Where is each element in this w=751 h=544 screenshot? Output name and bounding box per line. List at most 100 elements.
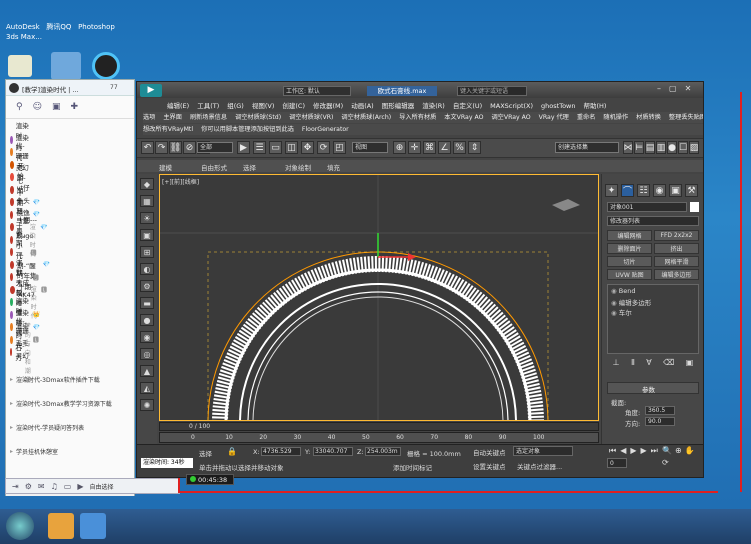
zoom-all-icon[interactable]: ⊕ (675, 446, 682, 455)
current-frame-field[interactable]: 0 (607, 458, 627, 468)
configure-icon[interactable]: ▣ (686, 358, 694, 372)
contacts-icon[interactable]: ☺ (33, 102, 42, 116)
curve-editor-icon[interactable]: ▥ (656, 141, 666, 154)
menu-item[interactable]: 视图(V) (252, 102, 275, 110)
group-item[interactable]: ▸ 渲染时代-3Dmax软件插件下载 (10, 373, 130, 385)
stack-item[interactable]: ◉ 车尔 (611, 307, 697, 317)
viewport[interactable]: [+][前][线框] (159, 174, 599, 421)
prev-frame-icon[interactable]: ◀ (620, 446, 626, 456)
script-button[interactable]: 本文VRay AO (444, 114, 483, 121)
time-slider[interactable] (159, 422, 599, 431)
goto-end-icon[interactable]: ⏭ (651, 446, 658, 456)
cone-icon[interactable]: ◭ (140, 382, 154, 394)
helpers-icon[interactable]: ⊞ (140, 246, 154, 258)
redo-icon[interactable]: ↷ (155, 141, 168, 154)
script-button[interactable]: 材质转换 (636, 114, 661, 121)
expand-icon[interactable]: ▸ (10, 448, 13, 455)
snap-icon[interactable]: ⌘ (423, 141, 436, 154)
stack-eye-icon[interactable]: ◉ (611, 309, 617, 317)
utilities-tab-icon[interactable]: ⚒ (685, 184, 698, 197)
named-selection-dropdown[interactable]: 创建选择集 (555, 142, 619, 153)
torus-icon[interactable]: ◎ (140, 348, 154, 360)
max-search-input[interactable]: 键入关键字或短语 (457, 86, 527, 96)
pan-icon[interactable]: ✋ (685, 446, 695, 455)
make-unique-icon[interactable]: ∀ (646, 358, 651, 372)
material-icon[interactable]: ● (667, 141, 677, 154)
script-button[interactable]: 刷新场景信息 (190, 114, 227, 121)
group-item[interactable]: ▸ 学员挂机休憩室 (10, 445, 130, 457)
move-icon[interactable]: ✥ (301, 141, 314, 154)
menu-item[interactable]: 渲染(R) (422, 102, 445, 110)
ribbon-tab[interactable]: 建模 (159, 162, 172, 172)
script-button[interactable]: 你可以用脚本管理添加按钮到此选 (201, 126, 294, 133)
object-color-swatch[interactable] (690, 202, 699, 212)
video-icon[interactable]: ▶ (77, 482, 83, 491)
script-button[interactable]: 选项 (143, 114, 155, 121)
teapot-icon[interactable]: ▲ (140, 365, 154, 377)
expand-icon[interactable]: ▸ (10, 400, 13, 407)
menu-item[interactable]: MAXScript(X) (490, 102, 533, 110)
qq-bottom-label[interactable]: 自由选择 (89, 482, 113, 491)
spinner-snap-icon[interactable]: ⇕ (468, 141, 481, 154)
link-icon[interactable]: ⛓ (169, 141, 182, 154)
scale-icon[interactable]: ◰ (333, 141, 346, 154)
set-key-button[interactable]: 设置关键点 (473, 461, 506, 471)
modifier-button[interactable]: 挤出 (654, 243, 699, 254)
auto-key-button[interactable]: 自动关键点 (473, 447, 506, 457)
desktop-icon-2[interactable] (51, 52, 81, 80)
group-item[interactable]: ▸ 渲染时代-学员疑问答列表 (10, 421, 130, 433)
exit-icon[interactable]: ⇥ (12, 482, 19, 491)
unlink-icon[interactable]: ⊘ (183, 141, 196, 154)
modifier-button[interactable]: 编辑多边形 (654, 269, 699, 280)
rect-select-icon[interactable]: ▭ (269, 141, 282, 154)
add-time-tag[interactable]: 添加时间标记 (393, 462, 432, 472)
layer-icon[interactable]: ▤ (645, 141, 655, 154)
show-end-icon[interactable]: Ⅱ (631, 358, 635, 372)
goto-start-icon[interactable]: ⏮ (609, 446, 616, 456)
script-button[interactable]: 调空材质球(Arch) (341, 114, 391, 121)
script-button[interactable]: 重命名 (577, 114, 596, 121)
systems-icon[interactable]: ⚙ (140, 280, 154, 292)
max-logo-icon[interactable]: ▶ (140, 84, 162, 97)
stack-eye-icon[interactable]: ◉ (611, 299, 617, 307)
lights-icon[interactable]: ☀ (140, 212, 154, 224)
script-button[interactable]: 调空VRay AO (491, 114, 530, 121)
zoom-icon[interactable]: 🔍 (662, 446, 672, 455)
render-icon[interactable]: ▨ (689, 141, 699, 154)
close-icon[interactable]: ✕ (685, 84, 692, 93)
menu-item[interactable]: 组(G) (227, 102, 244, 110)
script-button[interactable]: 调空材质球(Std) (235, 114, 281, 121)
menu-item[interactable]: 动画(A) (351, 102, 374, 110)
sphere-icon[interactable]: ● (140, 314, 154, 326)
arch-model[interactable] (160, 175, 599, 421)
ribbon-tab[interactable]: 对象绘制 (285, 162, 311, 172)
x-coord-field[interactable]: 4736.529 (261, 447, 301, 456)
object-name-field[interactable]: 对象001 (607, 202, 687, 212)
menu-item[interactable]: 编辑(E) (167, 102, 189, 110)
minimize-icon[interactable]: – (657, 84, 661, 93)
script-button[interactable]: 调空材质球(VR) (289, 114, 333, 121)
pin-stack-icon[interactable]: ⊥ (613, 358, 620, 372)
stack-eye-icon[interactable]: ◉ (611, 287, 617, 295)
expand-icon[interactable]: ▸ (10, 424, 13, 431)
create-tab-icon[interactable]: ✦ (605, 184, 618, 197)
stack-item[interactable]: ◉ 编辑多边形 (611, 297, 697, 307)
key-filters-button[interactable]: 关键点过滤器... (517, 461, 562, 471)
folder-icon[interactable]: ▭ (64, 482, 72, 491)
next-frame-icon[interactable]: ▶ (641, 446, 647, 456)
modifier-list-dropdown[interactable]: 修改器列表 (607, 216, 699, 226)
y-coord-field[interactable]: 33040.707 (313, 447, 353, 456)
modify-tab-icon[interactable]: ⌒ (621, 184, 634, 197)
modifier-button[interactable]: FFD 2x2x2 (654, 230, 699, 241)
remove-modifier-icon[interactable]: ⌫ (663, 358, 674, 372)
select-icon[interactable]: ▶ (237, 141, 250, 154)
ribbon-tab[interactable]: 填充 (327, 162, 340, 172)
modifier-button[interactable]: 网格平滑 (654, 256, 699, 267)
angle-snap-icon[interactable]: ∠ (438, 141, 451, 154)
desktop-icon-1[interactable] (8, 55, 32, 77)
image-icon[interactable]: ▣ (52, 102, 61, 116)
angle-spinner[interactable]: 360.5 (645, 406, 675, 415)
start-button-icon[interactable] (6, 512, 34, 540)
script-button[interactable]: VRay 代理 (539, 114, 569, 121)
script-button[interactable]: FloorGenerator (302, 126, 349, 133)
